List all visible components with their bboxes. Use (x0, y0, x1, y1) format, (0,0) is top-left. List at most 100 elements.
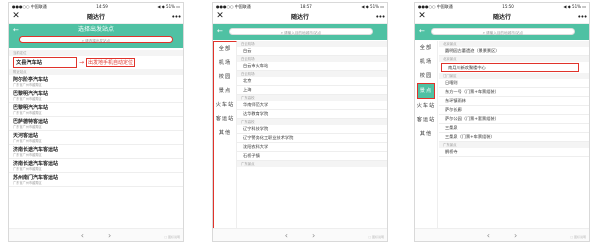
nav-bar: ✕ 随达行 ••• (415, 10, 589, 24)
back-arrow-icon[interactable]: ← (419, 27, 425, 35)
sidebar-item[interactable]: 火车站 (415, 99, 437, 113)
sidebar-item[interactable]: 景点 (417, 83, 435, 99)
station-row[interactable]: 济南长途汽车客运站 广东省广州市越秀区 (9, 159, 183, 173)
browser-forward-icon[interactable]: › (514, 231, 517, 240)
destination-item[interactable]: 达华教育学院 (237, 110, 387, 119)
close-icon[interactable]: ✕ (415, 10, 429, 23)
screen-select-destination: ●●●○○ 中国联通 18:57 ◀ ◆ 51% ▭ ✕ 随达行 ••• ← ⌕… (212, 2, 388, 242)
section-header: 广东景点 (237, 161, 387, 167)
destination-item[interactable]: 萨尔公园（门票+套票组装） (439, 115, 589, 124)
destination-item[interactable]: 上海 (237, 86, 387, 95)
search-input[interactable]: ⌕请输入目的地城市/站点 (431, 28, 575, 35)
browser-forward-icon[interactable]: › (108, 231, 111, 240)
destination-item[interactable]: 南月川新欢聚楼中心 (441, 63, 579, 72)
sidebar-item[interactable]: 校园 (214, 70, 236, 84)
current-location-station[interactable]: 文县汽车站 (13, 57, 77, 68)
destination-item[interactable]: 辽宁科技学院 (237, 125, 387, 134)
carrier-text: ●●●○○ 中国联通 (12, 4, 47, 9)
destination-item[interactable]: 萨尔长廊 (439, 106, 589, 115)
section-header: 北京景点 (439, 56, 589, 62)
destination-item[interactable]: 白云市火车站 (237, 62, 387, 71)
destination-item[interactable]: 圆明园古墓遗迹（景景景区） (439, 47, 589, 56)
more-icon[interactable]: ••• (373, 13, 387, 21)
watermark: □ 图标说明 (570, 235, 586, 239)
destination-list: 白云机场 白云 白云机场 白云市火车站 白云机场 北京 上海 广东高校 华南师范大学 达华教育学院… (237, 41, 387, 229)
sidebar-item[interactable]: 机场 (214, 56, 236, 70)
browser-back-icon[interactable]: ‹ (285, 231, 288, 240)
browser-back-icon[interactable]: ‹ (487, 231, 490, 240)
station-address: 广州省广州市越秀区 (13, 139, 42, 143)
search-icon: ⌕ (81, 38, 85, 43)
station-address: 广东省广州市越秀区 (13, 111, 42, 115)
sidebar-item[interactable]: 机场 (415, 55, 437, 69)
watermark: □ 图标说明 (368, 235, 384, 239)
status-time: 18:57 (300, 4, 312, 9)
page-title: 选择出发站点 (77, 26, 114, 33)
destination-item[interactable]: 白云 (237, 47, 387, 56)
bottom-bar: ‹ › (213, 228, 387, 241)
annotation-label: 出发地手机自动定位 (86, 58, 136, 67)
sidebar-item[interactable]: 校园 (415, 69, 437, 83)
search-icon: ⌕ (482, 30, 486, 35)
sidebar-item[interactable]: 其他 (214, 126, 236, 140)
station-row[interactable]: 阿尔阶亭汽车站 广东省广州市越秀区 (9, 75, 183, 89)
station-row[interactable]: 巴黎明汽汽车站 广东省广州市越秀区 (9, 89, 183, 103)
header-banner: ← 选择出发站点 ⌕请选择出发站点 (9, 24, 183, 48)
carrier-text: ●●●○○ 中国联通 (418, 4, 453, 9)
station-address: 广东省广州市越秀区 (13, 97, 42, 101)
sidebar-item[interactable]: 客运站 (214, 112, 236, 126)
search-input[interactable]: ⌕请输入目的地城市/站点 (229, 28, 373, 35)
status-time: 15:50 (502, 4, 514, 9)
destination-item[interactable]: 日喀则 (439, 79, 589, 88)
destination-item[interactable]: 石桥子镇 (237, 152, 387, 161)
nav-bar: ✕ 随达行 ••• (213, 10, 387, 24)
close-icon[interactable]: ✕ (9, 10, 23, 23)
destination-item[interactable]: 三桑泉（门票+车票组装） (439, 133, 589, 142)
sidebar-item[interactable]: 客运站 (415, 113, 437, 127)
search-input[interactable]: ⌕请选择出发站点 (19, 36, 173, 43)
sidebar-item[interactable]: 全部 (214, 42, 236, 56)
battery-text: ◀ ◆ 51% ▭ (563, 4, 586, 9)
destination-item[interactable]: 鹊桥寺 (439, 148, 589, 157)
header-banner: ← ⌕请输入目的地城市/站点 (213, 24, 387, 40)
nav-title: 随达行 (86, 14, 105, 21)
sidebar-item[interactable]: 其他 (415, 127, 437, 141)
destination-item[interactable]: 华南师范大学 (237, 101, 387, 110)
battery-text: ◀ ◆ 51% ▭ (361, 4, 384, 9)
battery-text: ◀ ◆ 51% ▭ (157, 4, 180, 9)
bottom-bar: ‹ › (9, 228, 183, 241)
search-icon: ⌕ (280, 30, 284, 35)
sidebar-item[interactable]: 火车站 (214, 98, 236, 112)
destination-list: 北京景点 圆明园古墓遗迹（景景景区） 北京景点 南月川新欢聚楼中心 江门景区 日喀则 东方一… (439, 41, 589, 229)
search-placeholder: 请输入目的地城市/站点 (486, 31, 524, 35)
station-row[interactable]: 巴萨德特客运站 广东省广州市越秀区 (9, 117, 183, 131)
browser-forward-icon[interactable]: › (312, 231, 315, 240)
destination-item[interactable]: 沈阳农科大学 (237, 143, 387, 152)
bottom-bar: ‹ › (415, 228, 589, 241)
back-arrow-icon[interactable]: ← (217, 27, 223, 35)
destination-item[interactable]: 北京 (237, 77, 387, 86)
station-row[interactable]: 苏州南门汽车客运站 广东省广州市越秀区 (9, 173, 183, 187)
close-icon[interactable]: ✕ (213, 10, 227, 23)
search-placeholder: 请输入目的地城市/站点 (284, 31, 322, 35)
status-time: 14:59 (96, 4, 108, 9)
station-row[interactable]: 天河客运站 广州省广州市越秀区 (9, 131, 183, 145)
more-icon[interactable]: ••• (575, 13, 589, 21)
station-row[interactable]: 济南长途汽车客运站 广东省广州市越秀区 (9, 145, 183, 159)
arrow-icon: → (79, 59, 85, 66)
sidebar-item[interactable]: 景点 (214, 84, 236, 98)
status-bar: ●●●○○ 中国联通 15:50 ◀ ◆ 51% ▭ (415, 3, 589, 10)
station-row[interactable]: 巴黎明汽汽车站 广东省广州市越秀区 (9, 103, 183, 117)
destination-item[interactable]: 三桑泉 (439, 124, 589, 133)
sidebar-item[interactable]: 全部 (415, 41, 437, 55)
nav-title: 随达行 (290, 14, 309, 21)
more-icon[interactable]: ••• (169, 13, 183, 21)
location-row: 文县汽车站 → 出发地手机自动定位 (9, 56, 183, 69)
category-sidebar: 全部 机场 校园 景点 火车站 客运站 其他 (415, 41, 438, 229)
nav-bar: ✕ 随达行 ••• (9, 10, 183, 24)
browser-back-icon[interactable]: ‹ (81, 231, 84, 240)
destination-item[interactable]: 东环镇雨林 (439, 97, 589, 106)
destination-item[interactable]: 辽宁警务化工职业技术学院 (237, 134, 387, 143)
back-arrow-icon[interactable]: ← (13, 26, 19, 34)
destination-item[interactable]: 东方一号（门票+车票组装） (439, 88, 589, 97)
